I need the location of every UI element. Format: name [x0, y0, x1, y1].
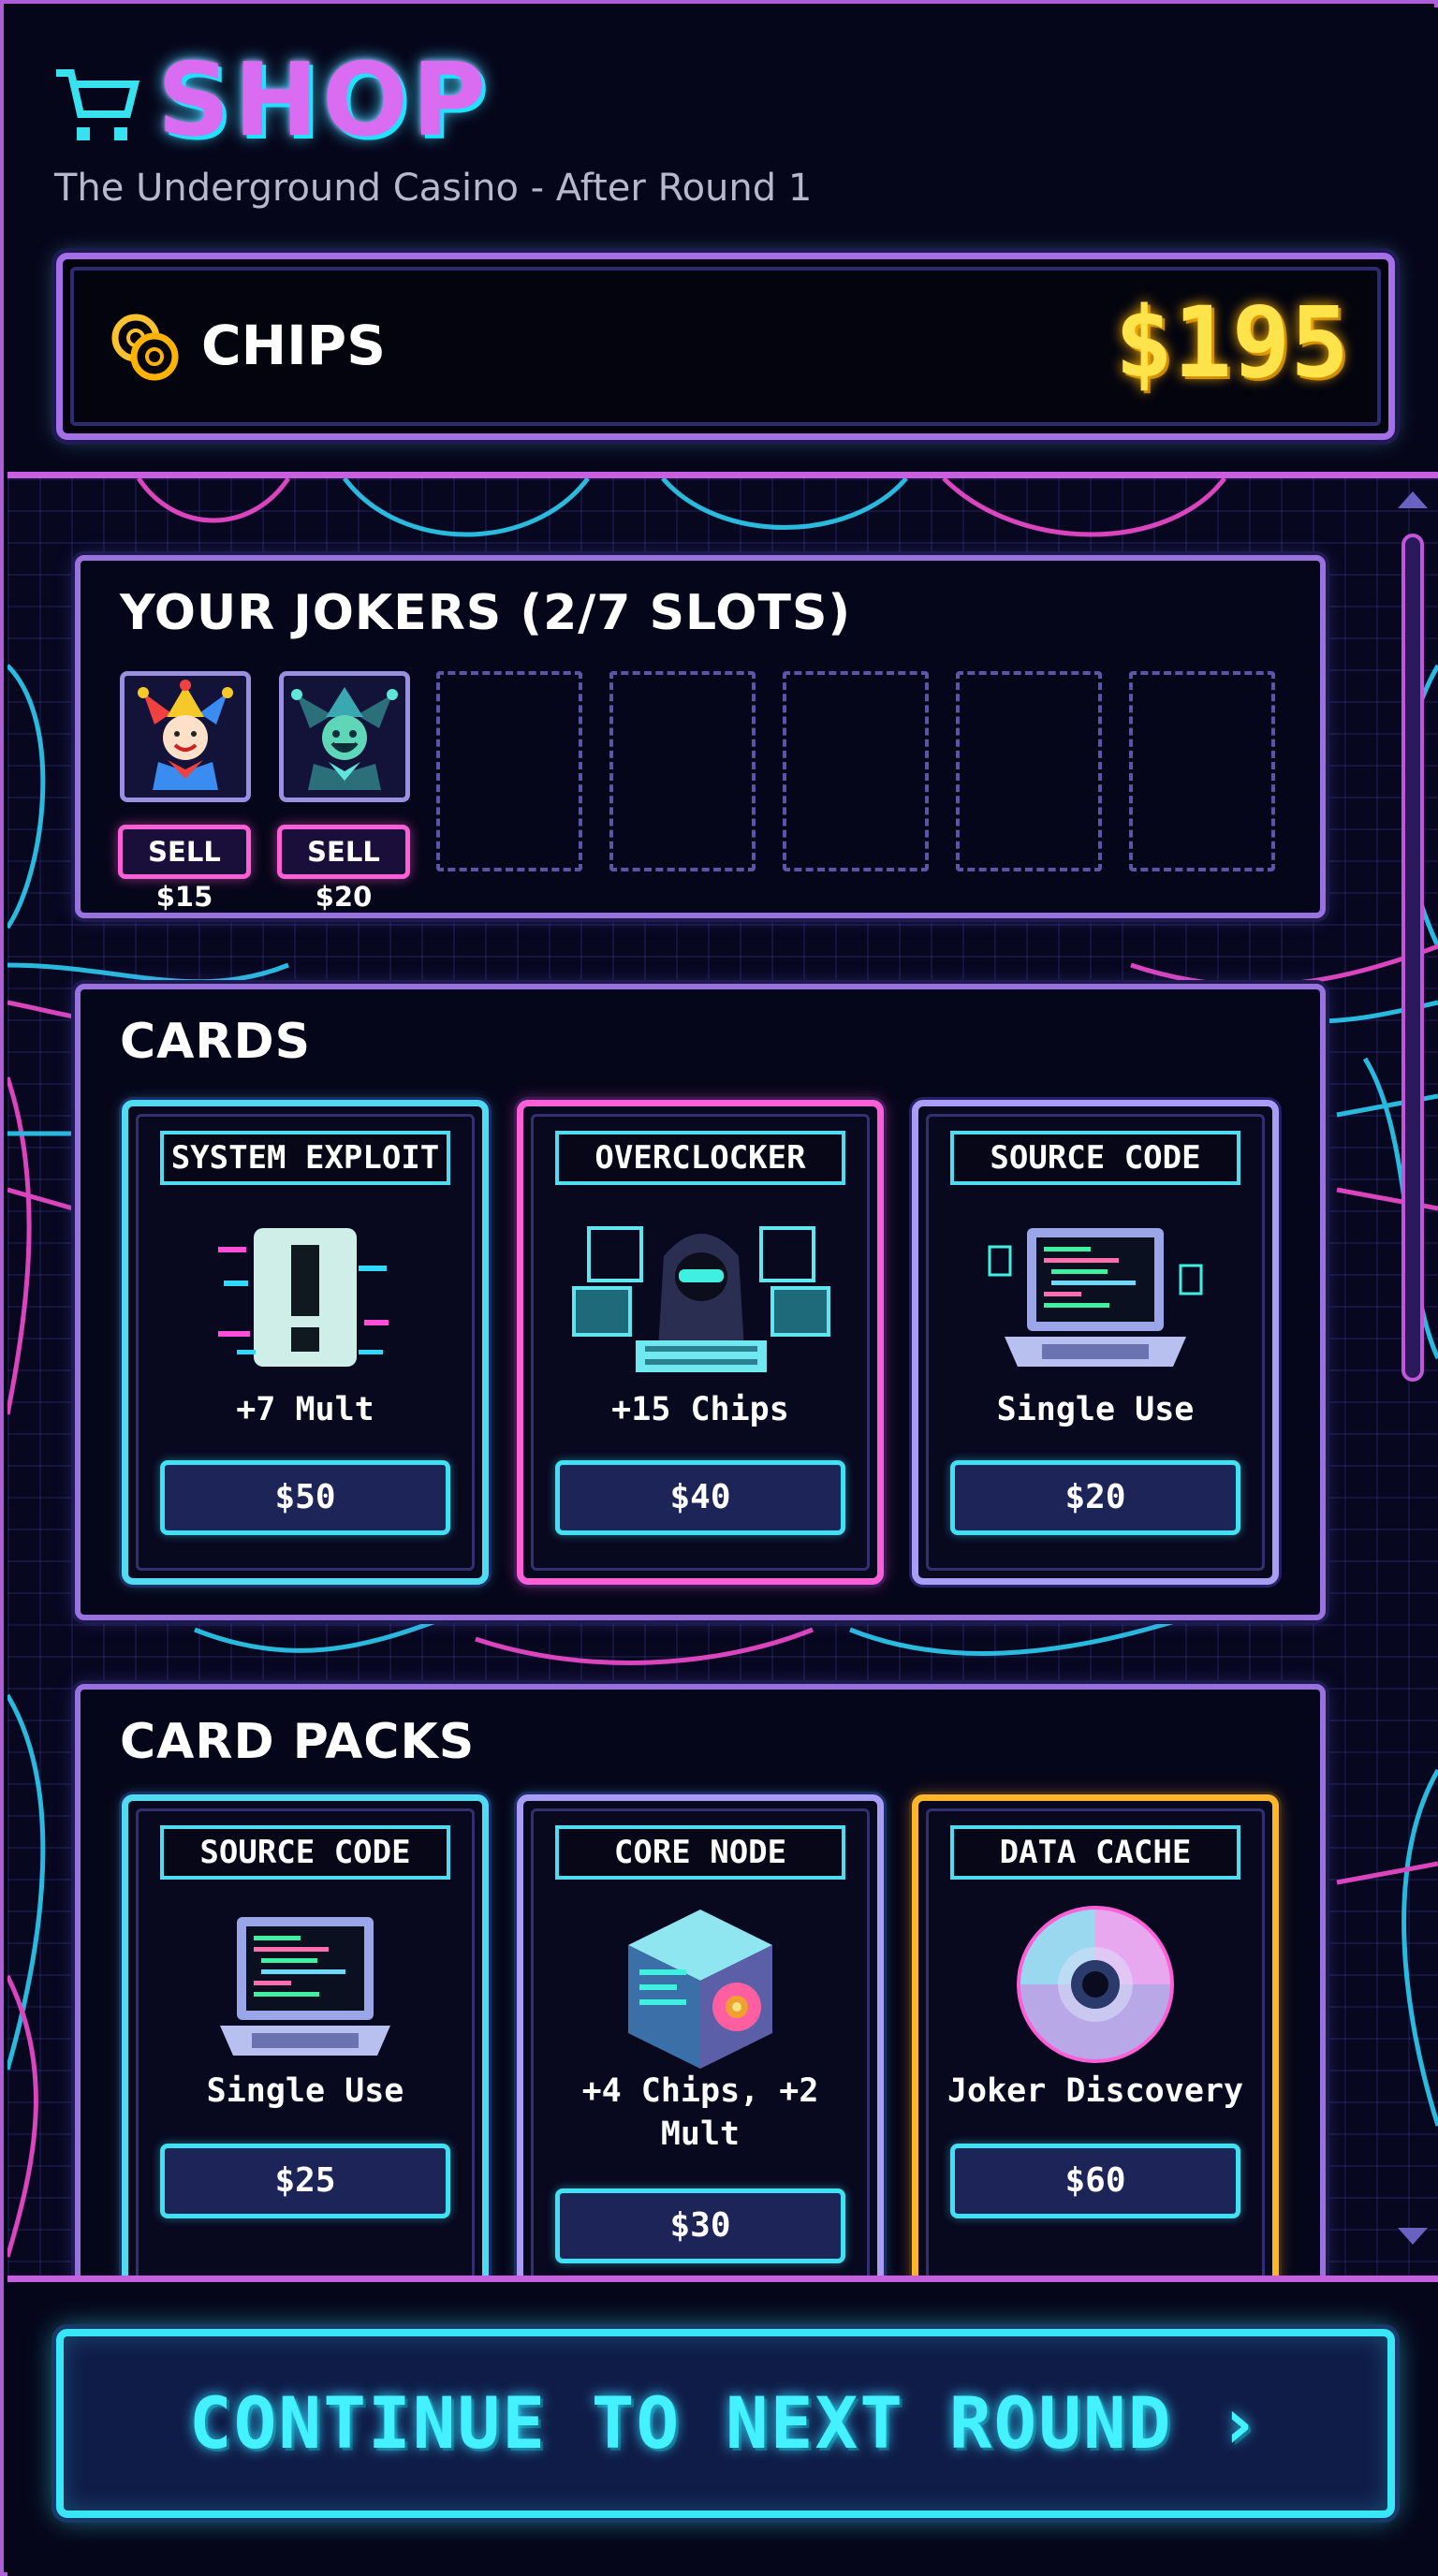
pack-name: CORE NODE: [555, 1825, 845, 1880]
jokers-title: YOUR JOKERS (2/7 SLOTS): [120, 585, 852, 641]
continue-button[interactable]: CONTINUE TO NEXT ROUND ›: [56, 2329, 1395, 2518]
header-divider: [7, 472, 1438, 478]
empty-joker-slot: [609, 671, 756, 871]
card-name: OVERCLOCKER: [555, 1131, 845, 1185]
chips-label: CHIPS: [201, 314, 386, 377]
hooded-hacker-icon: [572, 1226, 830, 1372]
card-effect: Single Use: [996, 1391, 1195, 1428]
cards-section: CARDS SYSTEM EXPLOIT +7 Mult $50 OVERCLO…: [75, 984, 1326, 1620]
shop-header: SHOP The Underground Casino - After Roun…: [7, 7, 1438, 476]
pack-data-cache[interactable]: DATA CACHE Joker Discovery $60: [912, 1794, 1279, 2276]
sell-joker-1-button[interactable]: SELL $15: [118, 825, 251, 913]
scroll-down-arrow-icon[interactable]: [1395, 2224, 1431, 2248]
buy-overclocker-button[interactable]: $40: [555, 1460, 845, 1535]
empty-joker-slot: [956, 671, 1102, 871]
card-effect: +7 Mult: [236, 1391, 374, 1428]
pack-effect: Joker Discovery: [946, 2072, 1244, 2110]
continue-button-label: CONTINUE TO NEXT ROUND ›: [188, 2381, 1263, 2465]
card-effect: +15 Chips: [611, 1391, 789, 1428]
joker-slot-1[interactable]: [120, 671, 251, 802]
card-system-exploit[interactable]: SYSTEM EXPLOIT +7 Mult $50: [122, 1100, 489, 1585]
buy-source-code-pack-button[interactable]: $25: [160, 2144, 450, 2218]
footer-divider: [7, 2276, 1438, 2282]
pack-source-code[interactable]: SOURCE CODE Single Use $25: [122, 1794, 489, 2276]
jokers-section: YOUR JOKERS (2/7 SLOTS) SELL $15 SELL $2…: [75, 555, 1326, 918]
pack-effect-line1: +4 Chips, +2: [581, 2072, 819, 2110]
card-name: SYSTEM EXPLOIT: [160, 1131, 450, 1185]
buy-core-node-pack-button[interactable]: $30: [555, 2188, 845, 2263]
buy-system-exploit-button[interactable]: $50: [160, 1460, 450, 1535]
card-name: SOURCE CODE: [950, 1131, 1240, 1185]
disc-icon: [1017, 1906, 1174, 2063]
joker-slot-2[interactable]: [279, 671, 410, 802]
laptop-code-icon: [220, 1917, 390, 2056]
page-title: SHOP: [157, 42, 491, 159]
shopping-cart-icon: [56, 69, 140, 140]
shop-footer: CONTINUE TO NEXT ROUND ›: [7, 2282, 1438, 2576]
empty-joker-slot: [783, 671, 929, 871]
page-subtitle: The Underground Casino - After Round 1: [54, 167, 813, 210]
chips-balance: $195: [1114, 285, 1349, 400]
buy-source-code-button[interactable]: $20: [950, 1460, 1240, 1535]
pack-core-node[interactable]: CORE NODE +4 Chips, +2 Mult $30: [517, 1794, 884, 2276]
cards-title: CARDS: [120, 1014, 312, 1070]
pack-name: SOURCE CODE: [160, 1825, 450, 1880]
card-overclocker[interactable]: OVERCLOCKER +15 Chips $40: [517, 1100, 884, 1585]
empty-joker-slot: [436, 671, 582, 871]
jester-joker-icon: [138, 680, 233, 790]
pack-effect-line2: Mult: [660, 2115, 741, 2153]
glitch-exclamation-icon: [218, 1228, 389, 1367]
card-packs-section: CARD PACKS SOURCE CODE Single Use $25 CO…: [75, 1684, 1326, 2276]
data-cube-icon: [628, 1910, 772, 2069]
app-frame: SHOP The Underground Casino - After Roun…: [0, 0, 1438, 2576]
pack-effect: Single Use: [206, 2072, 404, 2110]
empty-joker-slot: [1129, 671, 1275, 871]
teal-joker-icon: [291, 687, 398, 790]
laptop-code-icon: [988, 1228, 1203, 1367]
coin-stack-icon: [111, 314, 179, 381]
scroll-up-arrow-icon[interactable]: [1395, 488, 1431, 512]
card-packs-title: CARD PACKS: [120, 1714, 476, 1770]
pack-name: DATA CACHE: [950, 1825, 1240, 1880]
scrollbar-thumb[interactable]: [1401, 534, 1424, 1382]
buy-data-cache-pack-button[interactable]: $60: [950, 2144, 1240, 2218]
shop-scroll-area[interactable]: YOUR JOKERS (2/7 SLOTS) SELL $15 SELL $2…: [7, 478, 1438, 2276]
card-source-code[interactable]: SOURCE CODE Single Use $20: [912, 1100, 1279, 1585]
sell-joker-2-button[interactable]: SELL $20: [277, 825, 410, 913]
chips-panel: CHIPS $195: [56, 253, 1395, 440]
